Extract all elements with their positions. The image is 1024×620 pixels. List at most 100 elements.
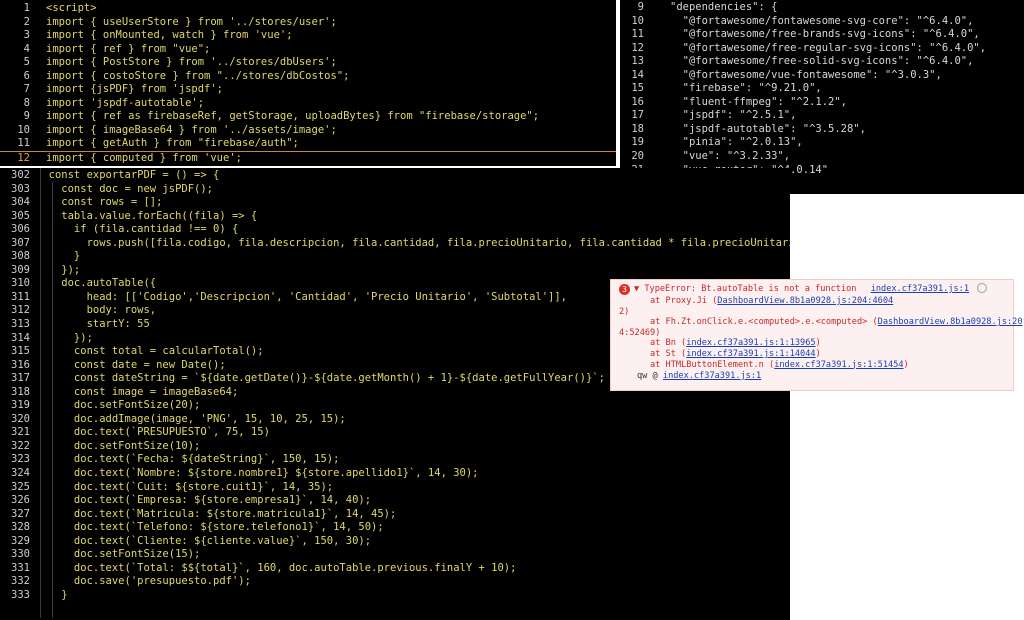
code-line[interactable]: 309 });: [0, 264, 790, 278]
editor-export-function-pane[interactable]: 302 const exportarPDF = () => {303 const…: [0, 168, 790, 620]
code-line[interactable]: 329 doc.text(`Cliente: ${cliente.value}`…: [0, 535, 790, 549]
code-line[interactable]: 328 doc.text(`Telefono: ${store.telefono…: [0, 521, 790, 535]
code-text: const exportarPDF = () => {: [36, 169, 220, 181]
line-number: 3: [23, 29, 30, 42]
line-number: 11: [17, 137, 30, 150]
editor-imports-pane[interactable]: 1 <script> 2 import { useUserStore } from '…: [0, 0, 616, 166]
code-line[interactable]: 15 "firebase": "^9.21.0",: [620, 82, 1024, 96]
code-text: doc.text(`Matricula: ${store.matricula1}…: [36, 507, 397, 520]
code-line[interactable]: 19 "pinia": "^2.0.13",: [620, 136, 1024, 150]
stack-frame: 4:52469): [619, 328, 660, 338]
code-line[interactable]: 20 "vue": "^3.2.33",: [620, 150, 1024, 164]
code-line[interactable]: 330 doc.setFontSize(15);: [0, 548, 790, 562]
error-message[interactable]: ▼ TypeError: Bt.autoTable is not a funct…: [634, 284, 856, 294]
search-icon[interactable]: [977, 283, 987, 293]
code-line[interactable]: 331 doc.text(`Total: $${total}`, 160, do…: [0, 562, 790, 576]
code-line[interactable]: 16 "fluent-ffmpeg": "^2.1.2",: [620, 96, 1024, 110]
code-line[interactable]: 3 import { onMounted, watch } from 'vue';: [0, 29, 616, 43]
stack-qw-frame: qw @ index.cf37a391.js:1: [637, 371, 761, 381]
code-line[interactable]: 9 import { ref as firebaseRef, getStorage…: [0, 110, 616, 124]
code-line[interactable]: 324 doc.text(`Nombre: ${store.nombre1} $…: [0, 467, 790, 481]
frame-link[interactable]: index.cf37a391.js:1:51454: [774, 360, 903, 370]
code-text: "pinia": "^2.0.13",: [670, 136, 803, 149]
frame-prefix: at HTMLButtonElement.n (: [650, 359, 775, 370]
code-line[interactable]: 305 tabla.value.forEach((fila) => {: [0, 210, 790, 224]
line-number: 12: [17, 152, 30, 165]
code-line[interactable]: 302 const exportarPDF = () => {: [0, 169, 790, 183]
code-line[interactable]: 325 doc.text(`Cuit: ${store.cuit1}`, 14,…: [0, 481, 790, 495]
line-number: 305: [11, 209, 30, 222]
line-number: 4: [23, 42, 30, 55]
code-text: doc.setFontSize(15);: [36, 548, 201, 561]
code-line[interactable]: 10 "@fortawesome/fontawesome-svg-core": …: [620, 15, 1024, 29]
code-line[interactable]: 4 import { ref } from "vue";: [0, 43, 616, 57]
code-line[interactable]: 2 import { useUserStore } from '../stores…: [0, 16, 616, 30]
code-text: doc.setFontSize(20);: [36, 399, 201, 412]
code-text: const rows = [];: [36, 196, 163, 209]
frame-link[interactable]: index.cf37a391.js:1:14044: [686, 349, 815, 359]
package-json-pane[interactable]: 9 "dependencies": {10 "@fortawesome/fonta…: [620, 0, 1024, 194]
code-line[interactable]: 308 }: [0, 250, 790, 264]
frame-prefix: at Fh.Zt.onClick.e.<computed>.e.<compute…: [650, 317, 878, 328]
line-number: 307: [11, 236, 30, 249]
code-text: doc.autoTable({: [36, 277, 157, 290]
line-number: 19: [631, 136, 644, 149]
code-line[interactable]: 319 doc.setFontSize(20);: [0, 399, 790, 413]
code-line[interactable]: 10 import { imageBase64 } from '../assets…: [0, 124, 616, 138]
code-line[interactable]: 326 doc.text(`Empresa: ${store.empresa1}…: [0, 494, 790, 508]
qw-link[interactable]: index.cf37a391.js:1: [663, 371, 761, 381]
code-line[interactable]: 18 "jspdf-autotable": "^3.5.28",: [620, 123, 1024, 137]
line-number: 331: [11, 561, 30, 574]
code-text: doc.text(`Cliente: ${cliente.value}`, 15…: [36, 534, 372, 547]
frame-link[interactable]: index.cf37a391.js:1:13965: [686, 338, 815, 348]
code-line[interactable]: 323 doc.text(`Fecha: ${dateString}`, 150…: [0, 453, 790, 467]
code-text: doc.setFontSize(10);: [36, 439, 201, 452]
code-text: "@fortawesome/free-brands-svg-icons": "^…: [670, 28, 980, 41]
code-line[interactable]: 14 "@fortawesome/vue-fontawesome": "^3.0…: [620, 69, 1024, 83]
code-line[interactable]: 5 import { PostStore } from '../stores/db…: [0, 56, 616, 70]
code-line[interactable]: 327 doc.text(`Matricula: ${store.matricu…: [0, 508, 790, 522]
code-text: doc.save('presupuesto.pdf');: [36, 575, 251, 588]
code-line[interactable]: 7 import {jsPDF} from 'jspdf';: [0, 83, 616, 97]
error-source-link[interactable]: index.cf37a391.js:1: [871, 284, 969, 294]
line-number: 9: [23, 110, 30, 123]
frame-prefix: 4:52469): [619, 327, 661, 338]
line-number: 332: [11, 575, 30, 588]
code-line[interactable]: 320 doc.addImage(image, 'PNG', 15, 10, 2…: [0, 413, 790, 427]
code-line[interactable]: 333 }: [0, 589, 790, 603]
line-number: 327: [11, 507, 30, 520]
frame-link[interactable]: DashboardView.8b1a0928.js:20: [878, 317, 1023, 327]
stack-frame: at St (index.cf37a391.js:1:14044): [650, 349, 821, 359]
line-number: 316: [11, 358, 30, 371]
frame-link[interactable]: DashboardView.8b1a0928.js:204:4604: [717, 296, 893, 306]
code-line[interactable]: 11 import { getAuth } from "firebase/auth…: [0, 137, 616, 151]
code-line[interactable]: 12 import { computed } from 'vue';: [0, 151, 616, 166]
code-line[interactable]: 303 const doc = new jsPDF();: [0, 183, 790, 197]
code-line[interactable]: 1 <script>: [0, 2, 616, 16]
code-line[interactable]: 332 doc.save('presupuesto.pdf');: [0, 575, 790, 589]
code-line[interactable]: 11 "@fortawesome/free-brands-svg-icons":…: [620, 28, 1024, 42]
code-line[interactable]: 17 "jspdf": "^2.5.1",: [620, 109, 1024, 123]
line-number: 323: [11, 453, 30, 466]
line-number: 333: [11, 588, 30, 601]
frame-suffix: ): [815, 349, 821, 359]
code-text: }: [36, 250, 81, 263]
line-number: 317: [11, 372, 30, 385]
code-line[interactable]: 9 "dependencies": {: [620, 1, 1024, 15]
line-number: 11: [631, 28, 644, 41]
code-line[interactable]: 322 doc.setFontSize(10);: [0, 440, 790, 454]
code-line[interactable]: 304 const rows = [];: [0, 196, 790, 210]
code-line[interactable]: 13 "@fortawesome/free-solid-svg-icons": …: [620, 55, 1024, 69]
line-number: 309: [11, 263, 30, 276]
frame-prefix: at Bn (: [650, 338, 687, 349]
code-line[interactable]: 306 if (fila.cantidad !== 0) {: [0, 223, 790, 237]
code-line[interactable]: 12 "@fortawesome/free-regular-svg-icons"…: [620, 42, 1024, 56]
code-text: body: rows,: [36, 304, 157, 317]
code-line[interactable]: 321 doc.text(`PRESUPUESTO`, 75, 15): [0, 426, 790, 440]
line-number: 13: [631, 55, 644, 68]
code-text: import { ref } from "vue";: [46, 42, 211, 55]
code-text: "firebase": "^9.21.0",: [670, 82, 822, 95]
code-line[interactable]: 8 import 'jspdf-autotable';: [0, 97, 616, 111]
code-line[interactable]: 307 rows.push([fila.codigo, fila.descrip…: [0, 237, 790, 251]
code-line[interactable]: 6 import { costoStore } from "../stores/d…: [0, 70, 616, 84]
